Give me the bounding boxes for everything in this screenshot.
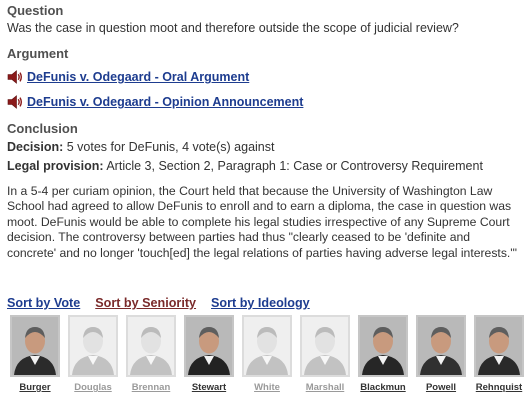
justice-name[interactable]: Douglas	[67, 382, 119, 393]
justice-portrait[interactable]	[184, 315, 234, 377]
opinion-text: In a 5-4 per curiam opinion, the Court h…	[7, 184, 517, 260]
argument-heading: Argument	[7, 46, 69, 61]
justice-portrait[interactable]	[358, 315, 408, 377]
justice-portrait[interactable]	[126, 315, 176, 377]
justice-marshall[interactable]: Marshall	[299, 315, 351, 393]
case-summary: Question Was the case in question moot a…	[7, 3, 519, 261]
justice-white[interactable]: White	[241, 315, 293, 393]
justice-portrait[interactable]	[300, 315, 350, 377]
question-heading: Question	[7, 3, 64, 18]
decision-value: 5 votes for DeFunis, 4 vote(s) against	[66, 140, 275, 154]
oral-argument-row: DeFunis v. Odegaard - Oral Argument	[7, 68, 519, 86]
speaker-icon[interactable]	[7, 70, 23, 84]
justice-name[interactable]: Powell	[415, 382, 467, 393]
justice-portrait[interactable]	[474, 315, 524, 377]
justice-name[interactable]: White	[241, 382, 293, 393]
justices-row: Burger Douglas Brennan Stewart White Marshall…	[9, 315, 524, 393]
justice-brennan[interactable]: Brennan	[125, 315, 177, 393]
justice-stewart[interactable]: Stewart	[183, 315, 235, 393]
justice-name[interactable]: Stewart	[183, 382, 235, 393]
sort-by-vote-link[interactable]: Sort by Vote	[7, 296, 80, 310]
question-text: Was the case in question moot and theref…	[7, 21, 459, 35]
justice-blackmun[interactable]: Blackmun	[357, 315, 409, 393]
justice-portrait[interactable]	[10, 315, 60, 377]
justice-portrait[interactable]	[416, 315, 466, 377]
oral-argument-link[interactable]: DeFunis v. Odegaard - Oral Argument	[27, 70, 249, 84]
justice-burger[interactable]: Burger	[9, 315, 61, 393]
speaker-icon[interactable]	[7, 95, 23, 109]
legal-provision-line: Legal provision: Article 3, Section 2, P…	[7, 158, 519, 175]
decision-line: Decision: 5 votes for DeFunis, 4 vote(s)…	[7, 139, 519, 156]
justice-name[interactable]: Marshall	[299, 382, 351, 393]
justice-name[interactable]: Burger	[9, 382, 61, 393]
justice-name[interactable]: Brennan	[125, 382, 177, 393]
justice-powell[interactable]: Powell	[415, 315, 467, 393]
decision-label: Decision:	[7, 140, 64, 154]
justice-portrait[interactable]	[68, 315, 118, 377]
justice-name[interactable]: Rehnquist	[473, 382, 524, 393]
opinion-announcement-link[interactable]: DeFunis v. Odegaard - Opinion Announceme…	[27, 95, 303, 109]
legal-provision-label: Legal provision:	[7, 159, 104, 173]
justice-douglas[interactable]: Douglas	[67, 315, 119, 393]
justice-portrait[interactable]	[242, 315, 292, 377]
opinion-announcement-row: DeFunis v. Odegaard - Opinion Announceme…	[7, 93, 519, 111]
justice-name[interactable]: Blackmun	[357, 382, 409, 393]
sort-by-seniority-link[interactable]: Sort by Seniority	[95, 296, 196, 310]
justice-rehnquist[interactable]: Rehnquist	[473, 315, 524, 393]
legal-provision-value: Article 3, Section 2, Paragraph 1: Case …	[106, 159, 483, 173]
sort-by-ideology-link[interactable]: Sort by Ideology	[211, 296, 310, 310]
conclusion-heading: Conclusion	[7, 121, 78, 136]
sort-bar: Sort by Vote Sort by Seniority Sort by I…	[7, 296, 325, 310]
